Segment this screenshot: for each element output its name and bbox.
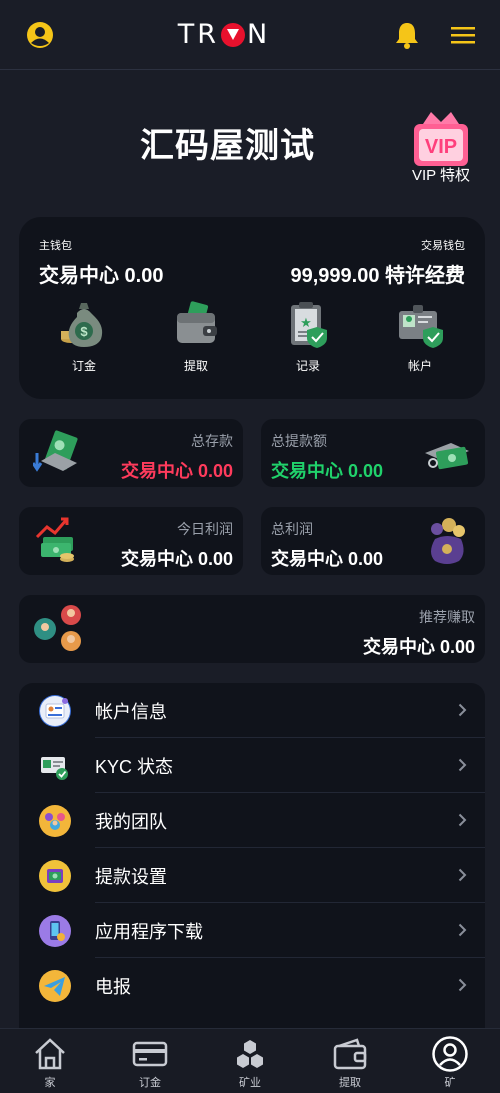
menu-label: KYC 状态: [95, 756, 174, 777]
referral-avatars-icon: [33, 603, 89, 655]
svg-text:$: $: [80, 324, 88, 339]
vip-crown-icon: VIP: [411, 108, 471, 166]
trade-wallet-value: 99,999.00 特许经费: [290, 265, 465, 287]
tab-label: 提取: [339, 1077, 361, 1089]
card-icon: [130, 1034, 170, 1074]
svg-text:★: ★: [300, 316, 312, 331]
deposit-label: 订金: [71, 359, 96, 373]
referral-card: 推荐赚取 交易中心 0.00: [19, 595, 485, 663]
profit-chart-icon: [33, 515, 85, 567]
records-button[interactable]: ★ 记录: [263, 297, 353, 374]
telegram-icon: [39, 969, 71, 1002]
title-area: 汇码屋测试 VIP VIP 特权: [0, 108, 500, 198]
wallet-icon: [330, 1034, 370, 1074]
total-withdrawal-card: 总提款额 交易中心 0.00: [261, 419, 485, 487]
tab-label: 矿: [444, 1077, 456, 1089]
withdraw-label: 提取: [183, 359, 208, 373]
total-profit-value: 交易中心 0.00: [271, 549, 384, 569]
bottom-tab-bar: 家 订金 矿业 提取 矿: [0, 1028, 500, 1093]
menu-item-telegram[interactable]: 电报: [19, 958, 485, 1013]
settings-menu: 帐户信息 KYC 状态 我的团队 提款设置 应用程序下载 电报: [19, 683, 485, 1028]
total-deposit-label: 总存款: [191, 433, 233, 449]
tab-deposit[interactable]: 订金: [100, 1029, 200, 1093]
tab-label: 矿业: [239, 1077, 261, 1089]
tab-mining[interactable]: 矿业: [200, 1029, 300, 1093]
account-button[interactable]: 帐户: [375, 297, 465, 374]
clipboard-icon: ★: [281, 297, 335, 351]
tab-label: 家: [44, 1077, 56, 1089]
cubes-icon: [230, 1034, 270, 1074]
account-label: 帐户: [407, 359, 432, 373]
deposit-button[interactable]: $ 订金: [39, 297, 129, 374]
header-actions: [394, 21, 476, 49]
records-label: 记录: [295, 359, 320, 373]
user-circle-icon[interactable]: [26, 21, 54, 49]
home-icon: [30, 1034, 70, 1074]
menu-label: 帐户信息: [95, 701, 167, 722]
logo-letter: T: [177, 19, 198, 50]
referral-value: 交易中心 0.00: [362, 637, 475, 657]
money-bag-icon: $: [57, 297, 111, 351]
menu-item-account-info[interactable]: 帐户信息: [19, 683, 485, 738]
main-wallet-value: 交易中心 0.00: [39, 265, 164, 287]
tab-withdraw[interactable]: 提取: [300, 1029, 400, 1093]
chevron-right-icon: [458, 813, 467, 827]
chevron-right-icon: [458, 978, 467, 992]
user-circle-icon: [430, 1034, 470, 1074]
total-deposit-value: 交易中心 0.00: [120, 461, 233, 481]
wallet-icon: [169, 297, 223, 351]
menu-label: 电报: [95, 976, 131, 997]
trade-wallet-label: 交易钱包: [421, 240, 465, 252]
menu-item-my-team[interactable]: 我的团队: [19, 793, 485, 848]
vip-badge-text: VIP: [425, 136, 457, 158]
coin-bag-icon: [421, 515, 473, 567]
chevron-right-icon: [458, 758, 467, 772]
tab-mine[interactable]: 矿: [400, 1029, 500, 1093]
logo-letter: R: [197, 19, 220, 50]
wallet-card: 主钱包 交易钱包 交易中心 0.00 99,999.00 特许经费 $ 订金 提…: [19, 217, 485, 399]
tron-logo: T R N: [178, 19, 270, 50]
referral-label: 推荐赚取: [419, 609, 475, 625]
today-profit-value: 交易中心 0.00: [120, 549, 233, 569]
chevron-right-icon: [458, 703, 467, 717]
withdraw-cash-icon: [421, 427, 473, 479]
main-wallet-label: 主钱包: [39, 240, 72, 252]
total-withdrawal-label: 总提款额: [271, 433, 327, 449]
menu-item-kyc-status[interactable]: KYC 状态: [19, 738, 485, 793]
chevron-right-icon: [458, 868, 467, 882]
withdraw-button[interactable]: 提取: [151, 297, 241, 374]
chevron-right-icon: [458, 923, 467, 937]
menu-label: 我的团队: [95, 811, 167, 832]
tron-emblem-icon: [221, 22, 246, 47]
total-deposit-card: 总存款 交易中心 0.00: [19, 419, 243, 487]
menu-label: 提款设置: [95, 866, 167, 887]
total-profit-card: 总利润 交易中心 0.00: [261, 507, 485, 575]
today-profit-label: 今日利润: [177, 521, 233, 537]
withdraw-settings-icon: [39, 859, 71, 892]
bell-icon[interactable]: [394, 21, 420, 49]
id-card-icon: [393, 297, 447, 351]
deposit-cash-icon: [31, 427, 85, 479]
total-profit-label: 总利润: [271, 521, 313, 537]
page-title: 汇码屋测试: [140, 127, 315, 165]
account-info-icon: [39, 694, 71, 727]
vip-privilege[interactable]: VIP VIP 特权: [408, 108, 474, 185]
total-withdrawal-value: 交易中心 0.00: [271, 461, 384, 481]
menu-item-app-download[interactable]: 应用程序下载: [19, 903, 485, 958]
logo-letter: N: [247, 19, 271, 50]
kyc-icon: [39, 750, 71, 782]
team-icon: [39, 804, 71, 837]
app-download-icon: [39, 914, 71, 947]
wallet-actions: $ 订金 提取 ★ 记录 帐户: [39, 297, 465, 374]
tab-home[interactable]: 家: [0, 1029, 100, 1093]
menu-item-withdraw-settings[interactable]: 提款设置: [19, 848, 485, 903]
tab-label: 订金: [139, 1077, 161, 1089]
hamburger-menu-icon[interactable]: [450, 25, 476, 45]
menu-label: 应用程序下载: [95, 921, 203, 942]
app-header: T R N: [0, 0, 500, 70]
today-profit-card: 今日利润 交易中心 0.00: [19, 507, 243, 575]
